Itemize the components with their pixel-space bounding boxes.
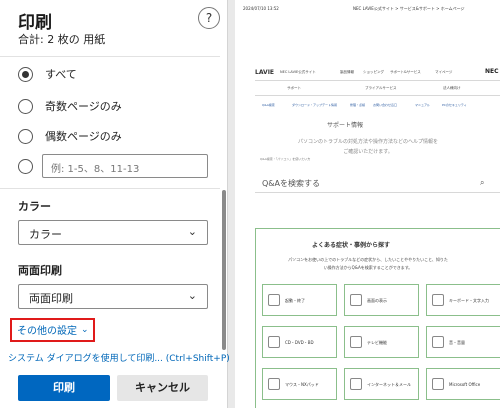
color-select[interactable]: カラー ⌄ <box>18 220 208 245</box>
office-icon <box>432 378 444 390</box>
preview-nav-item: NEC LAVIE公式サイト <box>280 70 316 74</box>
color-select-value: カラー <box>29 228 62 241</box>
page-range-input[interactable]: 例: 1-5、8、11-13 <box>42 154 208 178</box>
faq-tile: Microsoft Office <box>426 368 500 400</box>
scrollbar[interactable] <box>222 190 226 350</box>
pages-option-all[interactable]: すべて <box>18 65 77 83</box>
mail-icon <box>350 378 362 390</box>
qa-title: Q&Aを検索する <box>262 179 321 188</box>
preview-link: Q&A検索 <box>262 103 275 107</box>
pages-option-label: 奇数ページのみ <box>45 100 122 113</box>
faq-tile: 起動・終了 <box>262 284 337 316</box>
preview-link: マニュアル <box>415 103 430 107</box>
support-description: パソコンのトラブルの対処方法や操作方法などのヘルプ情報をご確認いただけます。 <box>298 139 439 155</box>
panel-title: 印刷 <box>18 13 52 33</box>
preview-link: 修理・点検 <box>350 103 366 107</box>
search-icon: ⌕ <box>480 178 485 187</box>
speaker-icon <box>432 336 444 348</box>
preview-page-title: NEC LAVIE公式サイト > サービス&サポート > ホームページ <box>353 6 465 11</box>
radio-selected-icon[interactable] <box>18 66 33 82</box>
keyboard-icon <box>432 294 444 306</box>
more-settings-label: その他の設定 <box>17 326 77 337</box>
faq-box-title: よくある症状・事例から探す <box>312 242 391 249</box>
support-title: サポート情報 <box>327 122 364 129</box>
tv-icon <box>350 336 362 348</box>
preview-link: ダウンロード・アップデート情報 <box>292 103 338 107</box>
page-count-summary: 合計: 2 枚の 用紙 <box>18 33 106 46</box>
system-dialog-link[interactable]: システム ダイアログを使用して印刷... (Ctrl+Shift+P) <box>8 351 230 364</box>
nec-logo: NEC <box>485 68 499 75</box>
mouse-icon <box>268 378 280 390</box>
faq-tile: マウス・NXパッド <box>262 368 337 400</box>
divider <box>255 80 500 81</box>
faq-tile: キーボード・文字入力 <box>426 284 500 316</box>
disc-icon <box>268 336 280 348</box>
lavie-logo: LAVIE <box>255 69 275 76</box>
faq-tile: 音・音量 <box>426 326 500 358</box>
print-panel: 印刷 合計: 2 枚の 用紙 ? すべて 奇数ページのみ 偶数ページのみ 例: … <box>0 0 230 408</box>
divider <box>0 188 220 189</box>
help-icon[interactable]: ? <box>198 7 220 29</box>
faq-tile: テレビ機能 <box>344 326 419 358</box>
qa-caption: Q&A検索・「パソコン」を使いたい方 <box>260 157 311 161</box>
color-label: カラー <box>18 200 51 213</box>
preview-nav-item: ショッピング <box>363 70 384 74</box>
preview-link: お問い合わせ窓口 <box>373 103 398 107</box>
preview-subnav-item: ブライアルサービス <box>365 86 397 90</box>
divider <box>0 56 220 57</box>
chevron-down-icon: ⌄ <box>81 324 89 335</box>
pages-option-custom[interactable] <box>18 157 33 175</box>
cancel-button[interactable]: キャンセル <box>117 375 208 401</box>
duplex-select-value: 両面印刷 <box>29 292 73 305</box>
print-button[interactable]: 印刷 <box>18 375 110 401</box>
faq-box-description: パソコンをお使いの上でのトラブルなどの症状から、したいことややりたいこと、知りた… <box>288 257 448 270</box>
more-settings-link[interactable]: その他の設定 ⌄ <box>17 322 89 338</box>
pages-option-even[interactable]: 偶数ページのみ <box>18 127 122 145</box>
display-icon <box>350 294 362 306</box>
divider <box>255 192 500 193</box>
pages-option-label: すべて <box>45 68 77 81</box>
preview-nav-item: 製品情報 <box>340 70 354 74</box>
chevron-down-icon: ⌄ <box>187 225 197 238</box>
pages-option-label: 偶数ページのみ <box>45 130 122 143</box>
faq-tile: 画面の表示 <box>344 284 419 316</box>
print-preview-page: 2024/07/10 13:52 NEC LAVIE公式サイト > サービス&サ… <box>235 0 500 408</box>
preview-subnav-item: 法人様向け <box>443 86 461 90</box>
duplex-label: 両面印刷 <box>18 264 62 277</box>
preview-nav-item: マイページ <box>435 70 453 74</box>
pages-option-odd[interactable]: 奇数ページのみ <box>18 97 122 115</box>
preview-nav-item: サポート&サービス <box>390 70 421 74</box>
radio-icon[interactable] <box>18 98 33 114</box>
faq-tile: CD・DVD・BD <box>262 326 337 358</box>
preview-subnav-item: サポート <box>287 86 301 90</box>
divider <box>255 95 500 96</box>
chevron-down-icon: ⌄ <box>187 289 197 302</box>
radio-icon[interactable] <box>18 128 33 144</box>
radio-icon[interactable] <box>18 158 33 174</box>
preview-link: PCのセキュリティ <box>442 103 467 107</box>
duplex-select[interactable]: 両面印刷 ⌄ <box>18 284 208 309</box>
faq-tile: インターネット＆メール <box>344 368 419 400</box>
preview-timestamp: 2024/07/10 13:52 <box>243 6 279 11</box>
power-icon <box>268 294 280 306</box>
